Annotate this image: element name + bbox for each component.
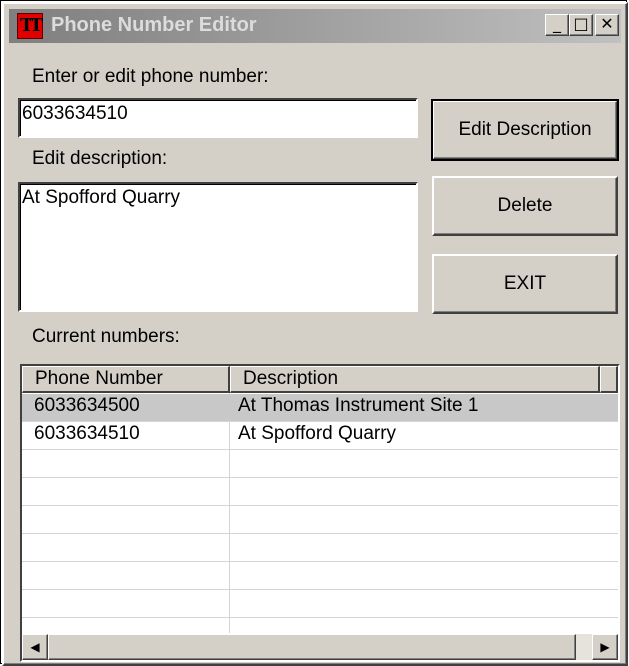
table-row[interactable]: 6033634500 At Thomas Instrument Site 1: [22, 394, 618, 422]
current-numbers-label: Current numbers:: [32, 326, 180, 347]
title-bar[interactable]: TT Phone Number Editor _ □ ✕: [9, 9, 621, 43]
phone-number-input[interactable]: 6033634510: [18, 98, 418, 138]
empty-row: [22, 478, 618, 506]
exit-button[interactable]: EXIT: [432, 254, 618, 314]
column-header-description[interactable]: Description: [230, 366, 600, 393]
empty-row: [22, 534, 618, 562]
scroll-left-icon[interactable]: ◀: [22, 634, 48, 660]
description-label: Edit description:: [32, 148, 168, 169]
phone-number-editor-window: TT Phone Number Editor _ □ ✕ Enter or ed…: [2, 2, 628, 666]
edit-description-button[interactable]: Edit Description: [431, 99, 619, 161]
empty-row: [22, 506, 618, 534]
window-title: Phone Number Editor: [51, 14, 257, 36]
current-numbers-list[interactable]: Phone Number Description 6033634500 At T…: [20, 364, 620, 662]
maximize-button[interactable]: □: [569, 14, 593, 36]
minimize-button[interactable]: _: [545, 14, 569, 36]
empty-row: [22, 562, 618, 590]
horizontal-scrollbar[interactable]: ◀ ▶: [22, 634, 618, 660]
app-icon[interactable]: TT: [17, 13, 43, 39]
column-header-phone-number[interactable]: Phone Number: [22, 366, 230, 393]
scroll-right-icon[interactable]: ▶: [592, 634, 618, 660]
column-header-filler: [600, 366, 618, 393]
phone-number-label: Enter or edit phone number:: [32, 66, 269, 87]
row-phone-number: 6033634510: [34, 423, 140, 444]
row-phone-number: 6033634500: [34, 395, 140, 416]
phone-number-value: 6033634510: [22, 103, 128, 124]
description-value: At Spofford Quarry: [22, 187, 181, 208]
description-textarea[interactable]: At Spofford Quarry: [18, 182, 418, 312]
scroll-thumb[interactable]: [48, 634, 576, 660]
row-description: At Thomas Instrument Site 1: [238, 395, 479, 416]
table-row[interactable]: 6033634510 At Spofford Quarry: [22, 422, 618, 450]
delete-button[interactable]: Delete: [432, 176, 618, 236]
empty-row: [22, 450, 618, 478]
row-description: At Spofford Quarry: [238, 423, 397, 444]
empty-row: [22, 590, 618, 618]
close-button[interactable]: ✕: [595, 14, 619, 36]
